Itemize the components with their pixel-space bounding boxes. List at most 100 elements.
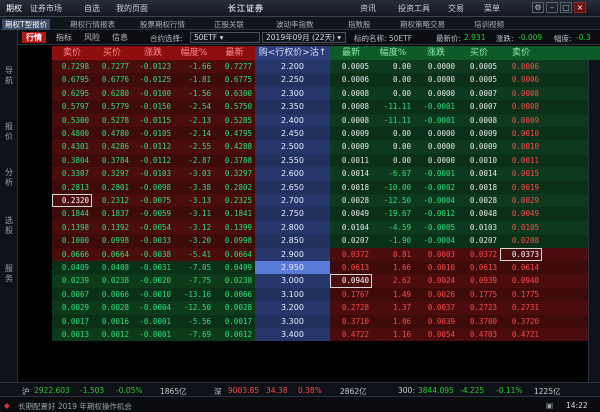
cell-put-bid[interactable]: 0.0372	[458, 248, 500, 261]
cell-strike[interactable]: 2.550	[255, 153, 330, 168]
cell-put-last[interactable]: 0.0018	[330, 181, 372, 194]
cell-call-last[interactable]: 0.0066	[214, 288, 255, 301]
cell-call-pct[interactable]: -12.50	[174, 301, 214, 314]
cell-strike[interactable]: 2.650	[255, 180, 330, 194]
cell-strike[interactable]: 2.700	[255, 194, 330, 208]
cell-put-ask[interactable]: 0.4721	[500, 328, 542, 341]
cell-call-change[interactable]: -0.0033	[132, 234, 174, 247]
cell-call-bid[interactable]: 0.0408	[92, 261, 132, 274]
cell-put-pct[interactable]: 1.49	[372, 288, 414, 301]
cell-put-change[interactable]: -0.0004	[414, 234, 458, 247]
tab-quote[interactable]: 行情	[22, 32, 46, 43]
cell-put-pct[interactable]: 0.81	[372, 248, 414, 261]
cell-call-ask[interactable]: 0.4301	[52, 140, 92, 153]
cell-put-change[interactable]: 0.0024	[414, 274, 458, 287]
cell-put-bid[interactable]: 0.0207	[458, 234, 500, 247]
cell-call-pct[interactable]: -2.54	[174, 100, 214, 113]
cell-put-ask[interactable]: 0.0105	[500, 221, 542, 234]
cell-call-last[interactable]: 0.4795	[214, 127, 255, 140]
cell-call-last[interactable]: 0.0664	[214, 248, 255, 261]
cell-call-change[interactable]: -0.0123	[132, 60, 174, 73]
col-put-bid[interactable]: 买价	[458, 46, 500, 60]
cell-call-bid[interactable]: 0.7277	[92, 60, 132, 73]
cell-put-pct[interactable]: -19.67	[372, 207, 414, 220]
cell-strike[interactable]: 2.850	[255, 234, 330, 248]
table-row[interactable]: 0.1398 0.1392 -0.0054 -3.12 0.1399 2.800 0.010…	[18, 220, 600, 235]
table-row[interactable]: 0.6295 0.6280 -0.0100 -1.56 0.6300 2.300 0.000…	[18, 86, 600, 101]
cell-put-last[interactable]: 0.0011	[330, 154, 372, 167]
col-put-last[interactable]: 最新	[330, 46, 372, 60]
cell-put-last[interactable]: 0.0372	[330, 248, 372, 261]
cell-call-change[interactable]: -0.0098	[132, 181, 174, 194]
cell-call-bid[interactable]: 0.4780	[92, 127, 132, 140]
cell-put-last[interactable]: 0.0008	[330, 100, 372, 113]
cell-call-change[interactable]: -0.0125	[132, 73, 174, 86]
cell-call-ask[interactable]: 0.0409	[52, 261, 92, 274]
cell-strike[interactable]: 2.750	[255, 207, 330, 221]
table-row[interactable]: 0.4800 0.4780 -0.0105 -2.14 0.4795 2.450 0.000…	[18, 127, 600, 141]
cell-put-ask[interactable]: 0.0009	[500, 114, 542, 127]
contract-select[interactable]: 50ETF ▾	[190, 32, 260, 43]
cell-call-change[interactable]: -0.0103	[132, 167, 174, 180]
cell-call-ask[interactable]: 0.1398	[52, 221, 92, 234]
cell-call-bid[interactable]: 0.6776	[92, 73, 132, 86]
cell-call-bid[interactable]: 0.2801	[92, 181, 132, 194]
cell-put-bid[interactable]: 0.0005	[458, 73, 500, 86]
cell-call-change[interactable]: -0.0001	[132, 315, 174, 328]
cell-call-change[interactable]: -0.0075	[132, 194, 174, 207]
cell-call-ask[interactable]: 0.0666	[52, 248, 92, 261]
menu-investment-tools[interactable]: 投资工具	[398, 3, 430, 14]
table-row[interactable]: 0.0067 0.0066 -0.0010 -13.16 0.0066 3.100 0.17…	[18, 287, 600, 302]
cell-put-bid[interactable]: 0.0014	[458, 167, 500, 180]
tab-underlying-link[interactable]: 正股关联	[214, 19, 244, 30]
menu-watchlist[interactable]: 自选	[84, 3, 100, 14]
cell-put-last[interactable]: 0.0049	[330, 207, 372, 220]
cell-put-change[interactable]: -0.0001	[414, 167, 458, 180]
cell-call-bid[interactable]: 0.6280	[92, 87, 132, 100]
cell-call-bid[interactable]: 0.3784	[92, 154, 132, 167]
cell-put-last[interactable]: 0.0028	[330, 194, 372, 207]
cell-call-bid[interactable]: 0.1392	[92, 221, 132, 234]
cell-put-ask[interactable]: 0.2731	[500, 301, 542, 314]
cell-put-last[interactable]: 0.0008	[330, 114, 372, 127]
tab-option-report[interactable]: 期权行情报表	[70, 19, 115, 30]
cell-put-last[interactable]: 0.4722	[330, 328, 372, 341]
cell-call-bid[interactable]: 0.0012	[92, 328, 132, 341]
menu-news[interactable]: 资讯	[360, 3, 376, 14]
cell-put-bid[interactable]: 0.0007	[458, 100, 500, 113]
cell-put-pct[interactable]: 0.00	[372, 60, 414, 73]
cell-call-last[interactable]: 0.6775	[214, 73, 255, 86]
cell-call-last[interactable]: 0.3788	[214, 154, 255, 167]
menu-more[interactable]: 菜单	[484, 3, 500, 14]
cell-call-change[interactable]: -0.0038	[132, 248, 174, 261]
cell-put-change[interactable]: -0.0001	[414, 100, 458, 113]
cell-call-change[interactable]: -0.0010	[132, 288, 174, 301]
sidebar-item-service[interactable]: 服务	[2, 264, 16, 284]
cell-put-bid[interactable]: 0.0005	[458, 60, 500, 73]
strike-header[interactable]: 购<行权价>沽↑	[255, 46, 330, 60]
cell-put-pct[interactable]: -11.11	[372, 100, 414, 113]
cell-put-bid[interactable]: 0.0018	[458, 181, 500, 194]
cell-call-pct[interactable]: -2.87	[174, 154, 214, 167]
cell-put-bid[interactable]: 0.0613	[458, 261, 500, 274]
cell-call-bid[interactable]: 0.4286	[92, 140, 132, 153]
vertical-scrollbar[interactable]	[588, 60, 600, 382]
cell-call-ask[interactable]: 0.0029	[52, 301, 92, 314]
cell-strike[interactable]: 3.300	[255, 314, 330, 328]
cell-strike[interactable]: 2.200	[255, 60, 330, 74]
cell-call-bid[interactable]: 0.1837	[92, 207, 132, 220]
tab-volatility-index[interactable]: 波动率指数	[276, 19, 314, 30]
cell-call-last[interactable]: 0.0017	[214, 315, 255, 328]
cell-call-pct[interactable]: -7.69	[174, 328, 214, 341]
cell-put-ask[interactable]: 0.0208	[500, 234, 542, 247]
cell-call-last[interactable]: 0.1841	[214, 207, 255, 220]
cell-put-change[interactable]: 0.0000	[414, 154, 458, 167]
cell-put-ask[interactable]: 0.0010	[500, 140, 542, 153]
cell-call-pct[interactable]: -13.16	[174, 288, 214, 301]
cell-call-last[interactable]: 0.0028	[214, 301, 255, 314]
month-select[interactable]: 2019年09月 (22天) ▾	[262, 32, 346, 43]
cell-put-bid[interactable]: 0.0008	[458, 114, 500, 127]
menu-securities-market[interactable]: 证券市场	[30, 3, 62, 14]
cell-put-ask[interactable]: 0.0008	[500, 87, 542, 100]
cell-strike[interactable]: 2.950	[255, 261, 330, 275]
